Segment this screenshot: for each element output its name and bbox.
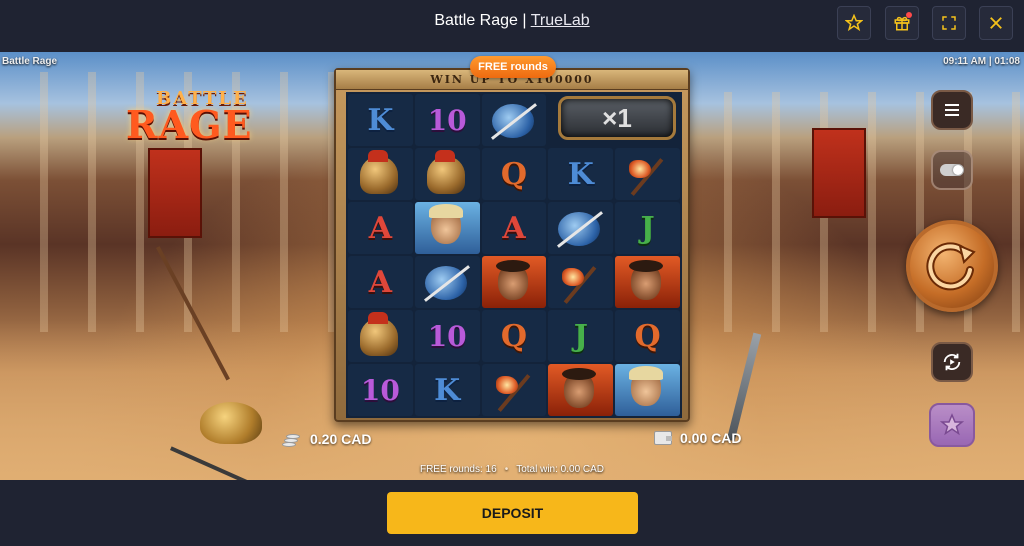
round-info: FREE rounds: 16 • Total win: 0.00 CAD	[0, 464, 1024, 475]
axe-symbol-icon	[481, 364, 547, 416]
helmet-decoration	[200, 402, 262, 444]
symbol-a: A	[348, 202, 413, 254]
symbol-j: J	[548, 310, 614, 362]
free-rounds-count: FREE rounds: 16	[419, 464, 497, 475]
bet-display[interactable]: 0.20 CAD	[282, 430, 371, 448]
turbo-toggle[interactable]	[931, 150, 973, 190]
helmet-symbol-icon	[414, 148, 480, 200]
symbol-10: 10	[414, 94, 480, 146]
axe-symbol-icon	[548, 256, 614, 308]
symbol-10: 10	[348, 364, 413, 416]
spin-button[interactable]	[906, 220, 998, 312]
warrior-symbol-icon	[481, 256, 547, 308]
symbol-k: K	[548, 148, 614, 200]
logo-bottom-text: RAGE	[126, 102, 253, 147]
fullscreen-icon	[942, 16, 956, 30]
hero-symbol-icon	[615, 364, 680, 416]
helmet-symbol-icon	[348, 310, 413, 362]
menu-icon	[945, 101, 959, 119]
coins-icon	[282, 430, 302, 448]
top-bar: Battle Rage | TrueLab	[0, 0, 1024, 52]
notification-dot	[906, 12, 912, 18]
symbol-q: Q	[615, 310, 680, 362]
banner-left	[148, 148, 202, 238]
symbol-a: A	[348, 256, 413, 308]
win-display: 0.00 CAD	[654, 430, 741, 446]
total-win: Total win: 0.00 CAD	[516, 464, 605, 475]
star-icon	[845, 14, 863, 32]
info-separator: •	[504, 464, 509, 475]
win-value: 0.00 CAD	[680, 430, 742, 446]
free-rounds-badge: FREE rounds	[470, 56, 556, 78]
title-separator: |	[517, 12, 531, 29]
shield-symbol-icon	[481, 94, 547, 146]
symbol-k: K	[414, 364, 480, 416]
gift-button[interactable]	[885, 6, 919, 40]
game-logo: BATTLE RAGE	[124, 88, 282, 148]
autoplay-button[interactable]	[931, 342, 973, 382]
fullscreen-button[interactable]	[932, 6, 966, 40]
symbol-a: A	[481, 202, 547, 254]
deposit-button[interactable]: DEPOSIT	[387, 492, 638, 534]
toggle-icon	[940, 164, 964, 176]
game-stage[interactable]: Battle Rage 09:11 AM | 01:08 BATTLE RAGE…	[0, 52, 1024, 480]
helmet-symbol-icon	[348, 148, 413, 200]
close-icon	[990, 17, 1002, 29]
symbol-q: Q	[481, 148, 547, 200]
provider-link[interactable]: TrueLab	[531, 12, 590, 29]
bottom-bar: DEPOSIT	[0, 480, 1024, 546]
star-badge-icon	[940, 413, 964, 436]
axe-symbol-icon	[615, 148, 680, 200]
autoplay-icon	[943, 353, 961, 371]
symbol-q: Q	[481, 310, 547, 362]
multiplier-display: ×1	[558, 96, 676, 140]
symbol-j: J	[615, 202, 680, 254]
game-title: Battle Rage	[434, 12, 518, 29]
close-button[interactable]	[979, 6, 1013, 40]
shield-symbol-icon	[414, 256, 480, 308]
spin-arrow-icon	[926, 242, 976, 291]
symbol-10: 10	[414, 310, 480, 362]
wallet-icon	[654, 431, 672, 445]
favorite-button[interactable]	[837, 6, 871, 40]
warrior-symbol-icon	[548, 364, 614, 416]
warrior-symbol-icon	[615, 256, 680, 308]
corner-game-title: Battle Rage	[2, 56, 58, 67]
bet-value: 0.20 CAD	[310, 431, 372, 447]
shield-symbol-icon	[548, 202, 614, 254]
reels-frame: WIN UP TO X100000 K 10 Q K A A J A 10 Q J Q 10 K ×1	[334, 68, 690, 422]
hero-symbol-icon	[414, 202, 480, 254]
banner-right	[812, 128, 866, 218]
bonus-button[interactable]	[929, 403, 975, 447]
symbol-k: K	[348, 94, 413, 146]
clock: 09:11 AM | 01:08	[943, 56, 1020, 67]
menu-button[interactable]	[931, 90, 973, 130]
reels-grid[interactable]: K 10 Q K A A J A 10 Q J Q 10 K ×1	[346, 92, 682, 418]
